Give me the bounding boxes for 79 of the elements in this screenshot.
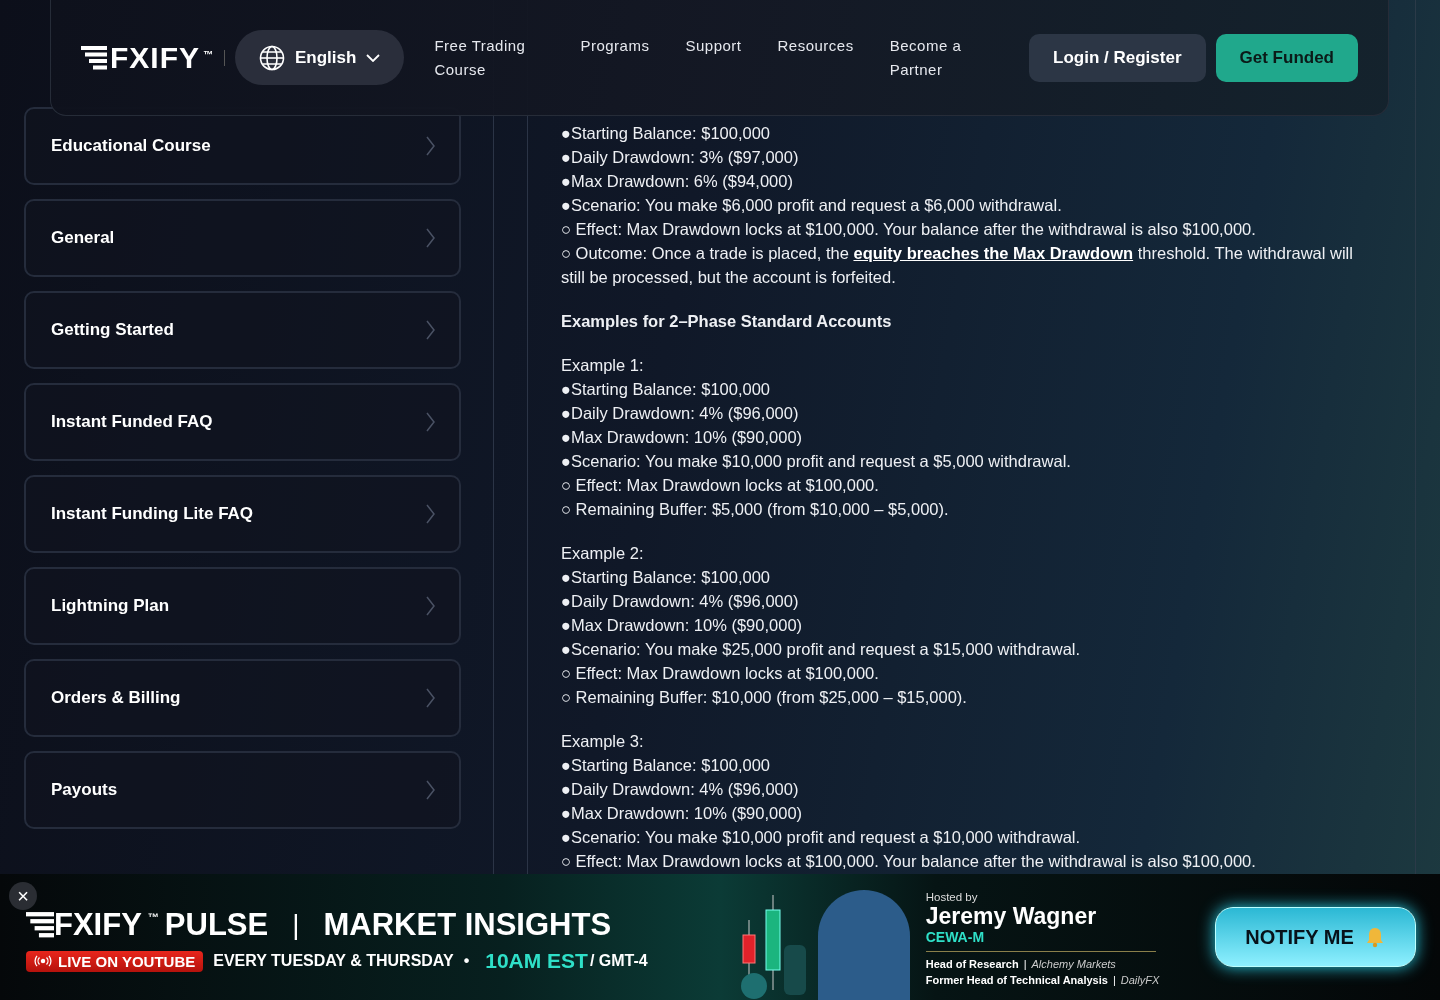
host-credential: CEWA-M bbox=[925, 928, 1156, 952]
article-line: ●Scenario: You make $25,000 profit and request a $15,000 withdrawal. bbox=[561, 639, 1082, 660]
article-line: ●Max Drawdown: 6% ($94,000) bbox=[561, 171, 794, 192]
sidebar-item[interactable]: General bbox=[24, 199, 461, 277]
role-title: Former Head of Technical Analysis bbox=[925, 972, 1108, 988]
stripes-icon bbox=[81, 44, 107, 71]
article-line: Example 1: bbox=[561, 355, 645, 376]
article-line: ○ Remaining Buffer: $5,000 (from $10,000 – $5,000). bbox=[561, 499, 950, 520]
stripes-icon bbox=[26, 911, 54, 939]
banner-product: PULSE bbox=[164, 907, 269, 943]
sidebar-item[interactable]: Lightning Plan bbox=[24, 567, 461, 645]
login-button[interactable]: Login / Register bbox=[1029, 33, 1206, 82]
article-line: ●Starting Balance: $100,000 bbox=[561, 379, 772, 400]
chevron-right-icon bbox=[426, 688, 435, 708]
organization-name: Alchemy Markets bbox=[1031, 956, 1116, 972]
organization-name: DailyFX bbox=[1120, 972, 1160, 988]
logo-text[interactable]: FXIFY bbox=[110, 40, 200, 75]
article-line: ●Scenario: You make $10,000 profit and request a $10,000 withdrawal. bbox=[561, 827, 1082, 848]
timezone-text: / GMT-4 bbox=[589, 952, 648, 970]
get-funded-button[interactable]: Get Funded bbox=[1215, 33, 1358, 82]
article-line: ○ Effect: Max Drawdown locks at $100,000. Your balance after the withdrawal is also $100,000. bbox=[561, 219, 1257, 240]
nav-link[interactable]: Free Trading Course bbox=[434, 33, 545, 82]
chevron-right-icon bbox=[426, 228, 435, 248]
section-heading: Examples for 2–Phase Standard Accounts bbox=[561, 311, 893, 332]
article-line: Example 2: bbox=[561, 543, 645, 564]
inline-link[interactable]: equity breaches the Max Drawdown bbox=[853, 244, 1134, 262]
host-name: Jeremy Wagner bbox=[925, 902, 1098, 929]
chevron-right-icon bbox=[426, 504, 435, 524]
chevron-right-icon bbox=[426, 320, 435, 340]
article-line: ●Max Drawdown: 10% ($90,000) bbox=[561, 803, 804, 824]
article-line: ●Max Drawdown: 10% ($90,000) bbox=[561, 427, 804, 448]
article-paragraph: ○ Outcome: Once a trade is placed, the equity breaches the Max Drawdown threshold. The withdrawal will still be processed, but the account is forfeited. bbox=[561, 243, 1354, 288]
bullet-mark: • bbox=[463, 952, 470, 970]
chevron-down-icon bbox=[366, 53, 381, 62]
separator-mark: | bbox=[1023, 956, 1027, 972]
article-line: ●Daily Drawdown: 4% ($96,000) bbox=[561, 591, 800, 612]
nav-link[interactable]: Programs bbox=[580, 33, 650, 58]
article-line: ○ Remaining Buffer: $10,000 (from $25,000 – $15,000). bbox=[561, 687, 968, 708]
chevron-right-icon bbox=[426, 780, 435, 800]
article-line: ●Scenario: You make $6,000 profit and request a $6,000 withdrawal. bbox=[561, 195, 1063, 216]
article-line: ●Daily Drawdown: 4% ($96,000) bbox=[561, 403, 800, 424]
chevron-right-icon bbox=[426, 136, 435, 156]
article-line: ●Daily Drawdown: 4% ($96,000) bbox=[561, 779, 800, 800]
article-line: ○ Effect: Max Drawdown locks at $100,000. bbox=[561, 475, 880, 496]
banner-title: MARKET INSIGHTS bbox=[323, 907, 612, 943]
banner-logo-text: FXIFY bbox=[54, 907, 142, 943]
close-button[interactable]: × bbox=[9, 882, 37, 910]
time-text: 10AM EST bbox=[485, 949, 588, 973]
hosted-by-label: Hosted by bbox=[925, 890, 979, 903]
trademark-mark: ™ bbox=[147, 911, 159, 923]
language-selector[interactable]: English bbox=[235, 30, 405, 85]
trademark-mark: ™ bbox=[203, 48, 214, 60]
nav-link[interactable]: Become a Partner bbox=[889, 33, 980, 82]
separator-mark: | bbox=[1112, 972, 1116, 988]
role-title: Head of Research bbox=[925, 956, 1019, 972]
separator-mark: | bbox=[292, 909, 300, 941]
sidebar-item[interactable]: Instant Funded FAQ bbox=[24, 383, 461, 461]
article-line: Example 3: bbox=[561, 731, 645, 752]
broadcast-icon bbox=[34, 955, 52, 967]
schedule-text: EVERY TUESDAY & THURSDAY bbox=[213, 952, 454, 970]
article-line: ●Starting Balance: $100,000 bbox=[561, 123, 772, 144]
chevron-right-icon bbox=[426, 412, 435, 432]
chevron-right-icon bbox=[426, 596, 435, 616]
sidebar-item[interactable]: Getting Started bbox=[24, 291, 461, 369]
article-line: ○ Effect: Max Drawdown locks at $100,000. bbox=[561, 663, 880, 684]
article-line: ○ Effect: Max Drawdown locks at $100,000. Your balance after the withdrawal is also $100,000. bbox=[561, 851, 1257, 872]
sidebar-item[interactable]: Orders & Billing bbox=[24, 659, 461, 737]
article-line: ●Starting Balance: $100,000 bbox=[561, 755, 772, 776]
notify-button[interactable]: NOTIFY ME bbox=[1215, 907, 1416, 967]
article-line: ●Starting Balance: $100,000 bbox=[561, 567, 772, 588]
article-line: ●Daily Drawdown: 3% ($97,000) bbox=[561, 147, 800, 168]
article-line: ●Max Drawdown: 10% ($90,000) bbox=[561, 615, 804, 636]
sidebar-item[interactable]: Payouts bbox=[24, 751, 461, 829]
globe-icon bbox=[259, 44, 285, 71]
nav-link[interactable]: Resources bbox=[777, 33, 854, 58]
article-line: ●Scenario: You make $10,000 profit and request a $5,000 withdrawal. bbox=[561, 451, 1072, 472]
nav-link[interactable]: Support bbox=[685, 33, 742, 58]
live-badge: LIVE ON YOUTUBE bbox=[26, 950, 204, 972]
sidebar-item[interactable]: Instant Funding Lite FAQ bbox=[24, 475, 461, 553]
